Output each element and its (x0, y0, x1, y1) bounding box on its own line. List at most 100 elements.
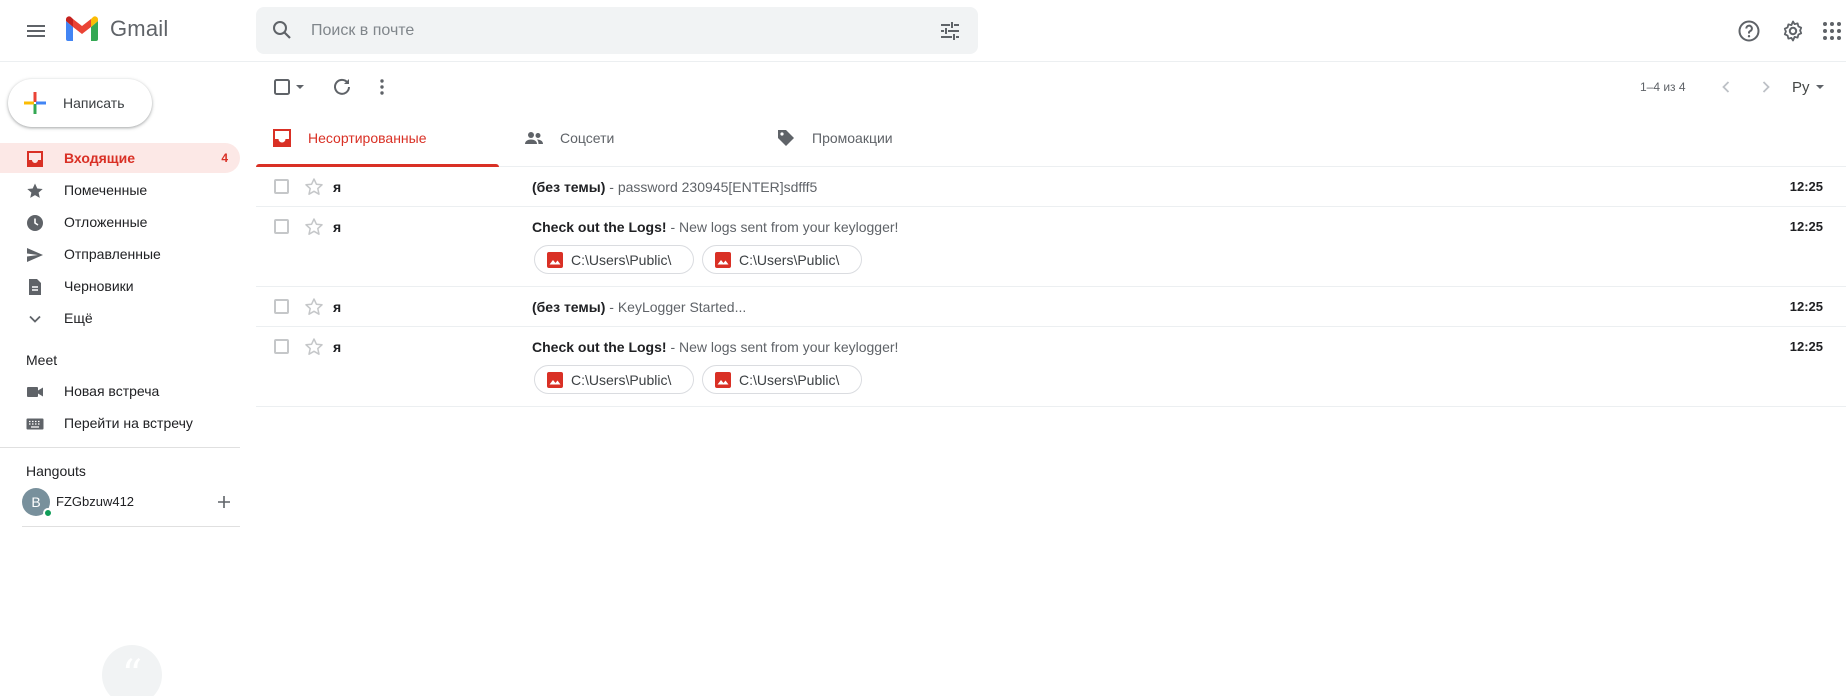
select-all-checkbox[interactable] (272, 75, 306, 99)
attachment-name: C:\Users\Public\ (739, 371, 840, 388)
email-sender: я (333, 339, 342, 355)
email-row[interactable]: я (без темы) - KeyLogger Started... 12:2… (256, 287, 1846, 327)
attachment-name: C:\Users\Public\ (571, 251, 672, 268)
sidebar-item-new-meeting[interactable]: Новая встреча (0, 376, 240, 406)
search-icon[interactable] (270, 18, 294, 42)
email-time: 12:25 (1789, 299, 1823, 314)
unread-count-badge: 4 (221, 151, 228, 165)
row-checkbox[interactable] (274, 179, 289, 194)
quote-icon[interactable]: “ (102, 645, 162, 696)
row-checkbox[interactable] (274, 339, 289, 354)
tab-promotions[interactable]: Промоакции (760, 111, 1003, 167)
row-checkbox[interactable] (274, 219, 289, 234)
refresh-icon (334, 78, 350, 95)
apps-button[interactable] (1820, 16, 1846, 46)
chevron-down-icon (29, 315, 41, 323)
search-bar (256, 7, 978, 54)
people-icon (525, 132, 543, 144)
keyboard-icon (26, 418, 44, 430)
input-language-selector[interactable]: Ру (1792, 75, 1832, 99)
email-snippet: - New logs sent from your keylogger! (666, 219, 899, 235)
sidebar-item-starred[interactable]: Помеченные (0, 175, 240, 205)
email-subject: (без темы) (532, 299, 606, 315)
image-file-icon (547, 251, 563, 268)
email-sender: я (333, 179, 342, 195)
gmail-m-icon (66, 16, 98, 41)
tab-label: Промоакции (812, 130, 893, 146)
sidebar-item-label: Черновики (64, 278, 134, 294)
chevron-left-icon (1722, 81, 1730, 93)
attachment-name: C:\Users\Public\ (739, 251, 840, 268)
image-file-icon (715, 251, 731, 268)
star-outline-icon[interactable] (304, 217, 324, 237)
settings-button[interactable] (1778, 16, 1808, 46)
hangouts-divider (22, 526, 240, 527)
compose-button[interactable]: Написать (8, 79, 152, 127)
hangouts-section-title: Hangouts (26, 463, 86, 479)
older-page-button[interactable] (1754, 75, 1778, 99)
image-file-icon (547, 371, 563, 388)
email-subject-line: (без темы) - KeyLogger Started... (532, 299, 746, 315)
tag-icon (778, 130, 794, 146)
image-file-icon (715, 371, 731, 388)
sidebar-item-more[interactable]: Ещё (0, 303, 240, 333)
email-sender: я (333, 299, 342, 315)
row-checkbox[interactable] (274, 299, 289, 314)
inbox-icon (27, 151, 43, 167)
more-actions-button[interactable] (370, 75, 394, 99)
email-time: 12:25 (1789, 219, 1823, 234)
category-tabs: Несортированные Соцсети Промоакции (256, 111, 1846, 167)
send-icon (27, 248, 43, 262)
star-outline-icon[interactable] (304, 177, 324, 197)
email-subject: (без темы) (532, 179, 606, 195)
inbox-icon (273, 129, 291, 147)
email-row[interactable]: я Check out the Logs! - New logs sent fr… (256, 207, 1846, 287)
email-row[interactable]: я Check out the Logs! - New logs sent fr… (256, 327, 1846, 407)
email-row[interactable]: я (без темы) - password 230945[ENTER]sdf… (256, 167, 1846, 207)
sidebar-item-label: Отложенные (64, 214, 148, 230)
attachment-chip[interactable]: C:\Users\Public\ (702, 365, 862, 394)
draft-icon (29, 279, 41, 295)
tab-social[interactable]: Соцсети (508, 111, 751, 167)
sidebar-item-label: Отправленные (64, 246, 161, 262)
search-options-icon[interactable] (938, 19, 962, 43)
sidebar-divider (0, 447, 240, 448)
main-menu-button[interactable] (18, 13, 54, 49)
add-icon[interactable] (214, 492, 234, 512)
attachment-chip[interactable]: C:\Users\Public\ (534, 365, 694, 394)
sidebar-item-label: Входящие (64, 150, 135, 166)
email-sender: я (333, 219, 342, 235)
email-subject: Check out the Logs! (532, 219, 667, 235)
attachment-chip[interactable]: C:\Users\Public\ (702, 245, 862, 274)
newer-page-button[interactable] (1714, 75, 1738, 99)
tab-primary[interactable]: Несортированные (256, 111, 499, 167)
email-snippet: - New logs sent from your keylogger! (666, 339, 899, 355)
input-language-label: Ру (1792, 78, 1810, 96)
email-time: 12:25 (1789, 179, 1823, 194)
refresh-button[interactable] (330, 75, 354, 99)
compose-label: Написать (63, 95, 125, 111)
help-icon (1738, 20, 1760, 42)
sidebar-item-join-meeting[interactable]: Перейти на встречу (0, 408, 240, 438)
attachment-name: C:\Users\Public\ (571, 371, 672, 388)
attachment-chip[interactable]: C:\Users\Public\ (534, 245, 694, 274)
compose-plus-icon (24, 92, 46, 114)
gmail-logo[interactable]: Gmail (64, 15, 168, 43)
sidebar-item-sent[interactable]: Отправленные (0, 239, 240, 269)
more-vert-icon (380, 79, 384, 95)
star-icon (27, 183, 43, 198)
sidebar-item-snoozed[interactable]: Отложенные (0, 207, 240, 237)
email-subject: Check out the Logs! (532, 339, 667, 355)
online-status-dot (43, 508, 53, 518)
sidebar-item-drafts[interactable]: Черновики (0, 271, 240, 301)
email-time: 12:25 (1789, 339, 1823, 354)
clock-icon (27, 215, 43, 231)
hangouts-user-name[interactable]: FZGbzuw412 (56, 494, 134, 509)
star-outline-icon[interactable] (304, 297, 324, 317)
app-name: Gmail (110, 16, 169, 41)
search-input[interactable] (311, 19, 871, 43)
star-outline-icon[interactable] (304, 337, 324, 357)
sidebar-item-inbox[interactable]: Входящие 4 (0, 143, 240, 173)
help-button[interactable] (1734, 16, 1764, 46)
email-subject-line: Check out the Logs! - New logs sent from… (532, 219, 898, 235)
